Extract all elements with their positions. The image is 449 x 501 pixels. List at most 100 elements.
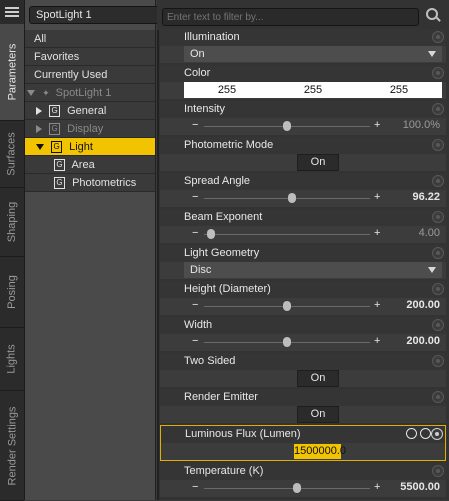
temperature-slider[interactable]: − + 5500.00 — [184, 480, 442, 496]
search-icon[interactable] — [425, 7, 441, 23]
slider-handle[interactable] — [283, 121, 291, 131]
luminous-flux-value-field[interactable]: 1500000.0 — [294, 444, 346, 459]
gear-icon[interactable] — [433, 466, 443, 476]
filter-input[interactable] — [162, 8, 419, 26]
increment-icon[interactable]: + — [374, 299, 380, 311]
tab-parameters[interactable]: Parameters — [0, 24, 24, 121]
increment-icon[interactable]: + — [374, 227, 380, 239]
property-group-tree: SpotLight 1 All Favorites Currently Used… — [25, 0, 175, 500]
slider-value[interactable]: 96.22 — [412, 191, 440, 203]
group-icon: G — [51, 141, 63, 154]
illumination-dropdown[interactable]: On — [184, 46, 442, 62]
group-icon: G — [49, 105, 61, 118]
tree-item-general[interactable]: G General — [25, 102, 155, 120]
property-editor: Illumination On Color 255 255 255 Intens… — [157, 0, 449, 500]
tree-item-photometrics[interactable]: G Photometrics — [25, 174, 155, 192]
gear-icon[interactable] — [433, 176, 443, 186]
prop-photometric-mode: Photometric Mode On — [160, 137, 446, 171]
tree-item-root-node[interactable]: ✦ SpotLight 1 — [25, 84, 155, 102]
increment-icon[interactable]: + — [374, 191, 380, 203]
prop-luminous-flux: Luminous Flux (Lumen) 1500000.0 — [160, 425, 446, 461]
increment-icon[interactable]: + — [374, 119, 380, 131]
gear-icon[interactable] — [433, 212, 443, 222]
slider-value[interactable]: 4.00 — [419, 227, 440, 239]
tree-item-area[interactable]: G Area — [25, 156, 155, 174]
link-icon[interactable] — [406, 428, 417, 439]
two-sided-toggle[interactable]: On — [297, 370, 339, 387]
expand-arrow-icon[interactable] — [27, 90, 35, 97]
favorite-heart-icon[interactable] — [420, 428, 431, 439]
tree-item-currently-used[interactable]: Currently Used — [25, 66, 155, 84]
chevron-down-icon — [428, 51, 436, 57]
photometric-mode-toggle[interactable]: On — [297, 154, 339, 171]
spread-angle-slider[interactable]: − + 96.22 — [184, 190, 442, 206]
gear-icon[interactable] — [433, 392, 443, 402]
gear-icon[interactable] — [433, 320, 443, 330]
tree-item-display[interactable]: G Display — [25, 120, 155, 138]
gear-icon[interactable] — [433, 284, 443, 294]
decrement-icon[interactable]: − — [192, 481, 198, 493]
increment-icon[interactable]: + — [374, 481, 380, 493]
decrement-icon[interactable]: − — [192, 227, 198, 239]
scrollbar[interactable] — [157, 30, 159, 500]
color-red-value: 255 — [217, 84, 237, 96]
slider-value[interactable]: 200.00 — [406, 299, 440, 311]
color-swatch[interactable]: 255 255 255 — [184, 82, 442, 98]
tab-surfaces[interactable]: Surfaces — [0, 121, 24, 188]
gear-icon[interactable] — [432, 429, 442, 439]
slider-handle[interactable] — [283, 301, 291, 311]
tree-item-favorites[interactable]: Favorites — [25, 48, 155, 66]
panel-menu-icon[interactable] — [5, 5, 19, 19]
increment-icon[interactable]: + — [374, 335, 380, 347]
gear-icon[interactable] — [433, 104, 443, 114]
prop-beam-exponent: Beam Exponent − + 4.00 — [160, 209, 446, 243]
slider-track[interactable] — [204, 488, 370, 489]
intensity-slider[interactable]: − + 100.0% — [184, 118, 442, 134]
slider-handle[interactable] — [206, 229, 215, 239]
gear-icon[interactable] — [433, 356, 443, 366]
prop-two-sided: Two Sided On — [160, 353, 446, 387]
prop-height: Height (Diameter) − + 200.00 — [160, 281, 446, 315]
expand-arrow-icon[interactable] — [36, 125, 42, 134]
prop-illumination: Illumination On — [160, 29, 446, 63]
decrement-icon[interactable]: − — [192, 191, 198, 203]
prop-label: Light Geometry — [160, 245, 446, 262]
expand-arrow-icon[interactable] — [36, 144, 44, 151]
slider-value[interactable]: 100.0% — [403, 119, 440, 131]
slider-track[interactable] — [204, 234, 370, 235]
node-selector-dropdown[interactable]: SpotLight 1 — [29, 6, 175, 24]
decrement-icon[interactable]: − — [192, 299, 198, 311]
gear-icon[interactable] — [433, 32, 443, 42]
expand-arrow-icon[interactable] — [36, 107, 42, 116]
decrement-icon[interactable]: − — [192, 119, 198, 131]
gear-icon[interactable] — [433, 68, 443, 78]
color-green-value: 255 — [303, 84, 323, 96]
width-slider[interactable]: − + 200.00 — [184, 334, 442, 350]
gear-icon[interactable] — [433, 140, 443, 150]
prop-label: Width — [160, 317, 446, 334]
slider-value[interactable]: 5500.00 — [400, 481, 440, 493]
prop-label: Illumination — [160, 29, 446, 46]
spotlight-icon: ✦ — [42, 88, 50, 98]
slider-value[interactable]: 200.00 — [406, 335, 440, 347]
tab-posing[interactable]: Posing — [0, 257, 24, 328]
render-emitter-toggle[interactable]: On — [297, 406, 339, 423]
group-icon: G — [54, 177, 65, 190]
panel-tab-strip: Parameters Surfaces Shaping Posing Light… — [0, 0, 25, 501]
height-slider[interactable]: − + 200.00 — [184, 298, 442, 314]
tab-lights[interactable]: Lights — [0, 328, 24, 391]
slider-handle[interactable] — [292, 483, 301, 493]
beam-exponent-slider[interactable]: − + 4.00 — [184, 226, 442, 242]
tab-render-settings[interactable]: Render Settings — [0, 391, 24, 501]
slider-handle[interactable] — [283, 337, 291, 347]
slider-handle[interactable] — [287, 193, 296, 203]
property-actions — [406, 428, 431, 439]
light-geometry-dropdown[interactable]: Disc — [184, 262, 442, 278]
tree-item-all[interactable]: All — [25, 30, 155, 48]
gear-icon[interactable] — [433, 248, 443, 258]
prop-render-emitter: Render Emitter On — [160, 389, 446, 423]
decrement-icon[interactable]: − — [192, 335, 198, 347]
tree-item-light[interactable]: G Light — [25, 138, 155, 156]
tab-shaping[interactable]: Shaping — [0, 188, 24, 257]
prop-label: Beam Exponent — [160, 209, 446, 226]
